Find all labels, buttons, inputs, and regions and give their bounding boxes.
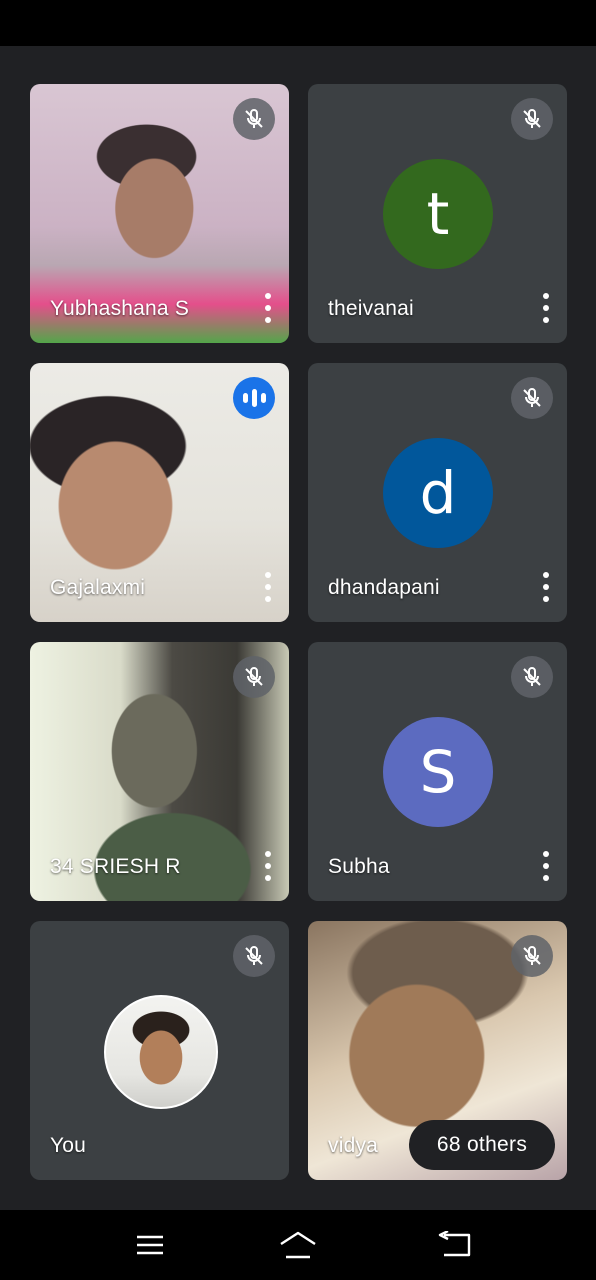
participant-name: vidya [328, 1134, 379, 1157]
participant-name: 34 SRIESH R [50, 855, 181, 878]
back-icon[interactable] [434, 1228, 474, 1262]
participant-tile-yubhashana[interactable]: Yubhashana S [30, 84, 289, 343]
avatar: d [383, 438, 493, 548]
participant-name: theivanai [328, 297, 414, 320]
participant-tile-subha[interactable]: S Subha [308, 642, 567, 901]
mic-off-icon [511, 935, 553, 977]
participant-name: dhandapani [328, 576, 440, 599]
mic-off-icon [511, 656, 553, 698]
more-vert-icon[interactable] [539, 851, 553, 881]
participant-name: Subha [328, 855, 390, 878]
mic-off-icon [233, 98, 275, 140]
mic-off-icon [511, 377, 553, 419]
participant-grid: Yubhashana S t theivanai Gajalaxmi d dha… [0, 0, 596, 1210]
mic-off-icon [233, 935, 275, 977]
more-vert-icon[interactable] [261, 293, 275, 323]
participant-tile-gajalaxmi[interactable]: Gajalaxmi [30, 363, 289, 622]
participant-name: Yubhashana S [50, 297, 190, 320]
participant-tile-sriesh[interactable]: 34 SRIESH R [30, 642, 289, 901]
more-vert-icon[interactable] [261, 851, 275, 881]
avatar: S [383, 717, 493, 827]
participant-tile-you[interactable]: You [30, 921, 289, 1180]
more-vert-icon[interactable] [539, 293, 553, 323]
others-button[interactable]: 68 others [409, 1120, 555, 1170]
avatar: t [383, 159, 493, 269]
menu-icon[interactable] [130, 1228, 170, 1262]
more-vert-icon[interactable] [261, 572, 275, 602]
participant-tile-dhandapani[interactable]: d dhandapani [308, 363, 567, 622]
participant-tile-theivanai[interactable]: t theivanai [308, 84, 567, 343]
mic-off-icon [233, 656, 275, 698]
more-vert-icon[interactable] [539, 572, 553, 602]
avatar [104, 995, 218, 1109]
mic-off-icon [511, 98, 553, 140]
participant-name: Gajalaxmi [50, 576, 146, 599]
home-icon[interactable] [278, 1228, 318, 1262]
system-nav-bar [0, 1210, 596, 1280]
audio-level-icon [233, 377, 275, 419]
participant-name: You [50, 1134, 87, 1157]
